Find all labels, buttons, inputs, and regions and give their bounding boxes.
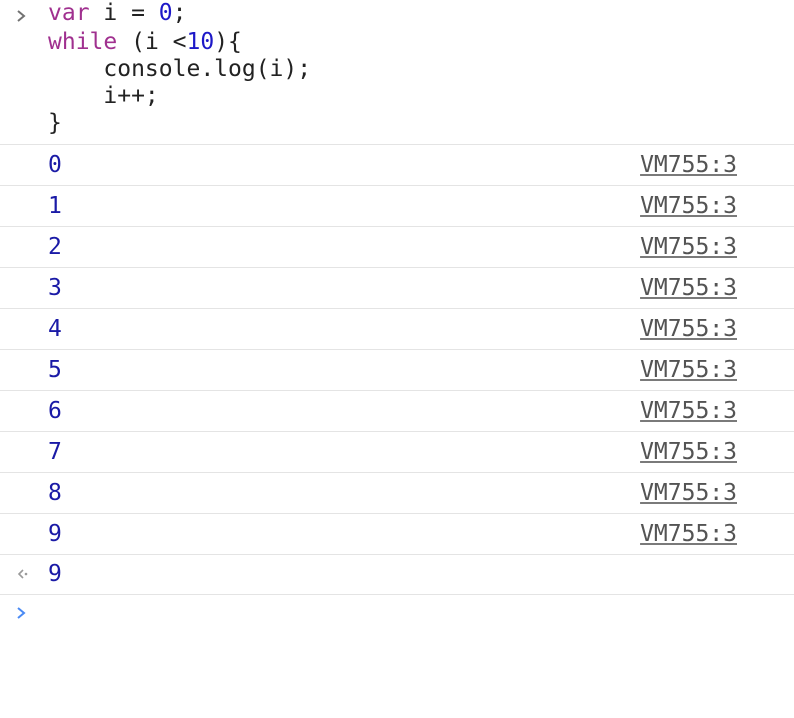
code-token: }	[48, 110, 62, 136]
console-input-entry: var i = 0; while (i <10){ console.log(i);…	[0, 0, 794, 145]
log-row: 6 VM755:3	[0, 391, 794, 432]
log-value: 7	[48, 439, 62, 465]
log-row: 7 VM755:3	[0, 432, 794, 473]
code-token: i =	[89, 0, 159, 26]
log-value: 1	[48, 193, 62, 219]
source-link[interactable]: VM755:3	[640, 234, 737, 261]
log-row: 4 VM755:3	[0, 309, 794, 350]
code-token: i++;	[48, 83, 159, 109]
console-prompt[interactable]	[0, 595, 794, 635]
source-link[interactable]: VM755:3	[640, 193, 737, 220]
log-value: 0	[48, 152, 62, 178]
number-token: 10	[186, 29, 215, 55]
code-token: console.log(i);	[48, 56, 312, 82]
prompt-chevron-icon	[14, 605, 30, 625]
chevron-right-icon	[14, 8, 30, 28]
log-value: 3	[48, 275, 62, 301]
keyword-token: while	[48, 29, 118, 55]
keyword-token: var	[48, 0, 90, 26]
code-token: (i <	[117, 29, 187, 55]
result-arrow-icon	[14, 566, 30, 586]
log-row: 2 VM755:3	[0, 227, 794, 268]
source-link[interactable]: VM755:3	[640, 316, 737, 343]
source-link[interactable]: VM755:3	[640, 275, 737, 302]
log-value: 6	[48, 398, 62, 424]
code-line: while (i <10){	[48, 29, 242, 56]
console-result-entry: 9	[0, 555, 794, 595]
log-value: 2	[48, 234, 62, 260]
code-line: console.log(i);	[48, 56, 311, 83]
log-value: 8	[48, 480, 62, 506]
code-token: ){	[214, 29, 242, 55]
number-token: 0	[158, 0, 173, 26]
code-line: }	[48, 110, 62, 137]
log-row: 8 VM755:3	[0, 473, 794, 514]
log-row: 0 VM755:3	[0, 145, 794, 186]
code-line: i++;	[48, 83, 159, 110]
log-value: 9	[48, 521, 62, 547]
prompt-input[interactable]	[48, 601, 648, 628]
source-link[interactable]: VM755:3	[640, 152, 737, 179]
code-token: ;	[172, 0, 187, 26]
source-link[interactable]: VM755:3	[640, 439, 737, 466]
source-link[interactable]: VM755:3	[640, 521, 737, 548]
log-value: 4	[48, 316, 62, 342]
code-line: var i = 0;	[48, 0, 187, 27]
source-link[interactable]: VM755:3	[640, 398, 737, 425]
source-link[interactable]: VM755:3	[640, 480, 737, 507]
devtools-console: var i = 0; while (i <10){ console.log(i);…	[0, 0, 794, 718]
log-row: 9 VM755:3	[0, 514, 794, 555]
log-row: 5 VM755:3	[0, 350, 794, 391]
log-value: 5	[48, 357, 62, 383]
source-link[interactable]: VM755:3	[640, 357, 737, 384]
log-list: 0 VM755:3 1 VM755:3 2 VM755:3 3 VM755:3 4 VM755:3…	[0, 145, 794, 555]
log-row: 1 VM755:3	[0, 186, 794, 227]
log-row: 3 VM755:3	[0, 268, 794, 309]
result-value: 9	[48, 561, 62, 587]
